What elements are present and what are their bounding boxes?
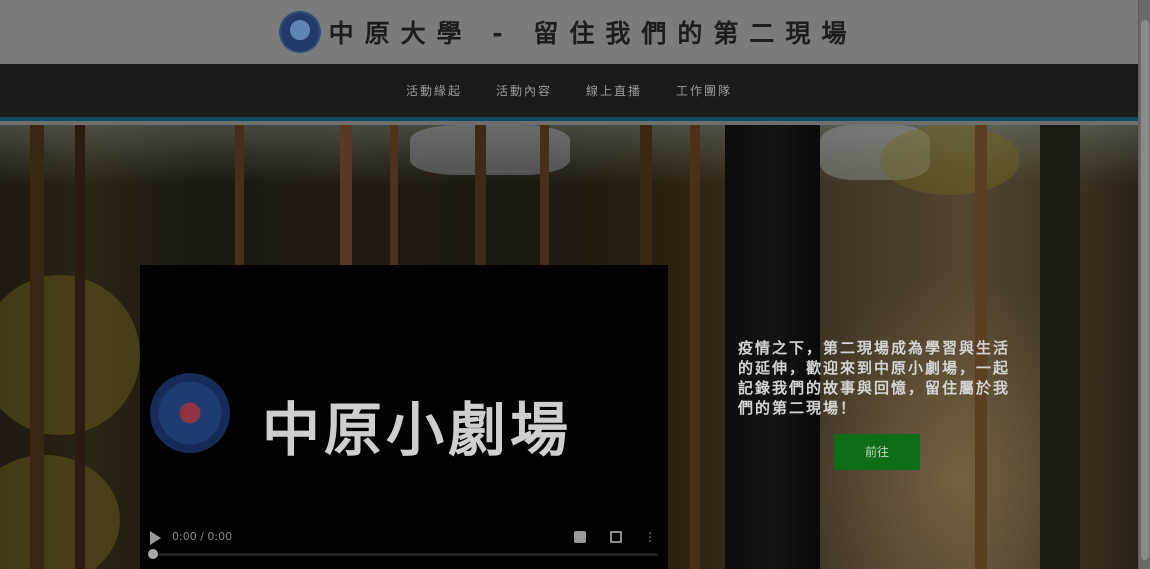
foliage xyxy=(880,125,1020,195)
site-header: 中原大學 - 留住我們的第二現場 xyxy=(0,0,1138,64)
foliage xyxy=(0,455,120,569)
nav-item-origin[interactable]: 活動緣起 xyxy=(406,82,462,99)
volume-icon[interactable] xyxy=(574,531,586,543)
scrollbar-thumb[interactable] xyxy=(1141,20,1149,560)
scrollbar[interactable] xyxy=(1138,0,1150,569)
fullscreen-icon[interactable] xyxy=(610,531,622,543)
nav-item-content[interactable]: 活動內容 xyxy=(496,82,552,99)
more-options-icon[interactable]: ⋮ xyxy=(644,530,656,544)
foliage xyxy=(0,275,140,435)
promo-text: 疫情之下，第二現場成為學習與生活的延伸，歡迎來到中原小劇場，一起記錄我們的故事與… xyxy=(738,339,1011,417)
tree-trunk xyxy=(1040,125,1080,569)
promo-panel: 疫情之下，第二現場成為學習與生活的延伸，歡迎來到中原小劇場，一起記錄我們的故事與… xyxy=(738,338,1018,470)
main-nav: 活動緣起 活動內容 線上直播 工作團隊 xyxy=(0,64,1138,121)
nav-item-live[interactable]: 線上直播 xyxy=(586,82,642,99)
tree-trunk xyxy=(690,125,700,569)
video-title: 中原小劇場 xyxy=(262,396,573,464)
progress-handle[interactable] xyxy=(148,549,158,559)
video-time: 0:00 / 0:00 xyxy=(172,530,233,543)
promo-button[interactable]: 前往 xyxy=(834,434,920,470)
video-controls: 0:00 / 0:00 ⋮ xyxy=(140,521,668,569)
page: 中原大學 - 留住我們的第二現場 活動緣起 活動內容 線上直播 工作團隊 疫情之… xyxy=(0,0,1150,569)
play-icon[interactable] xyxy=(150,531,161,545)
university-emblem-icon xyxy=(150,373,230,453)
tree-trunk xyxy=(75,125,85,569)
tree-trunk xyxy=(30,125,44,569)
nav-item-team[interactable]: 工作團隊 xyxy=(676,82,732,99)
video-player[interactable]: 中原小劇場 0:00 / 0:00 ⋮ xyxy=(140,265,668,569)
video-progress-bar[interactable] xyxy=(150,553,658,556)
university-logo[interactable] xyxy=(280,13,319,51)
site-title: 中原大學 - 留住我們的第二現場 xyxy=(328,19,858,48)
